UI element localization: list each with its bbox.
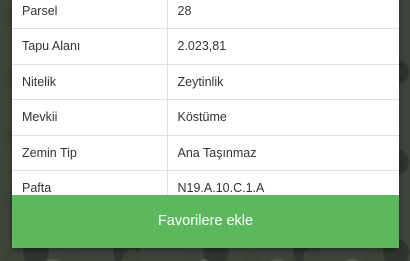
- parcel-info-table: Parsel 28 Tapu Alanı 2.023,81 Nitelik Ze…: [12, 0, 399, 207]
- table-row: Mevkii Köstüme: [12, 99, 399, 136]
- table-row: Zemin Tip Ana Taşınmaz: [12, 135, 399, 171]
- row-label-parsel: Parsel: [12, 0, 168, 29]
- row-value-parsel: 28: [167, 0, 399, 29]
- row-label-tapu-alani: Tapu Alanı: [12, 28, 168, 65]
- table-row: Parsel 28: [12, 0, 399, 29]
- parcel-info-card: Parsel 28 Tapu Alanı 2.023,81 Nitelik Ze…: [12, 0, 399, 248]
- row-value-zemin-tip: Ana Taşınmaz: [167, 135, 399, 171]
- row-label-nitelik: Nitelik: [12, 64, 168, 100]
- row-label-zemin-tip: Zemin Tip: [12, 135, 168, 171]
- table-row: Tapu Alanı 2.023,81: [12, 28, 399, 65]
- table-row: Nitelik Zeytinlik: [12, 64, 399, 100]
- row-label-mevkii: Mevkii: [12, 99, 168, 136]
- row-value-tapu-alani: 2.023,81: [167, 28, 399, 65]
- add-to-favorites-button[interactable]: Favorilere ekle: [12, 195, 399, 248]
- row-value-nitelik: Zeytinlik: [167, 64, 399, 100]
- row-value-mevkii: Köstüme: [167, 99, 399, 136]
